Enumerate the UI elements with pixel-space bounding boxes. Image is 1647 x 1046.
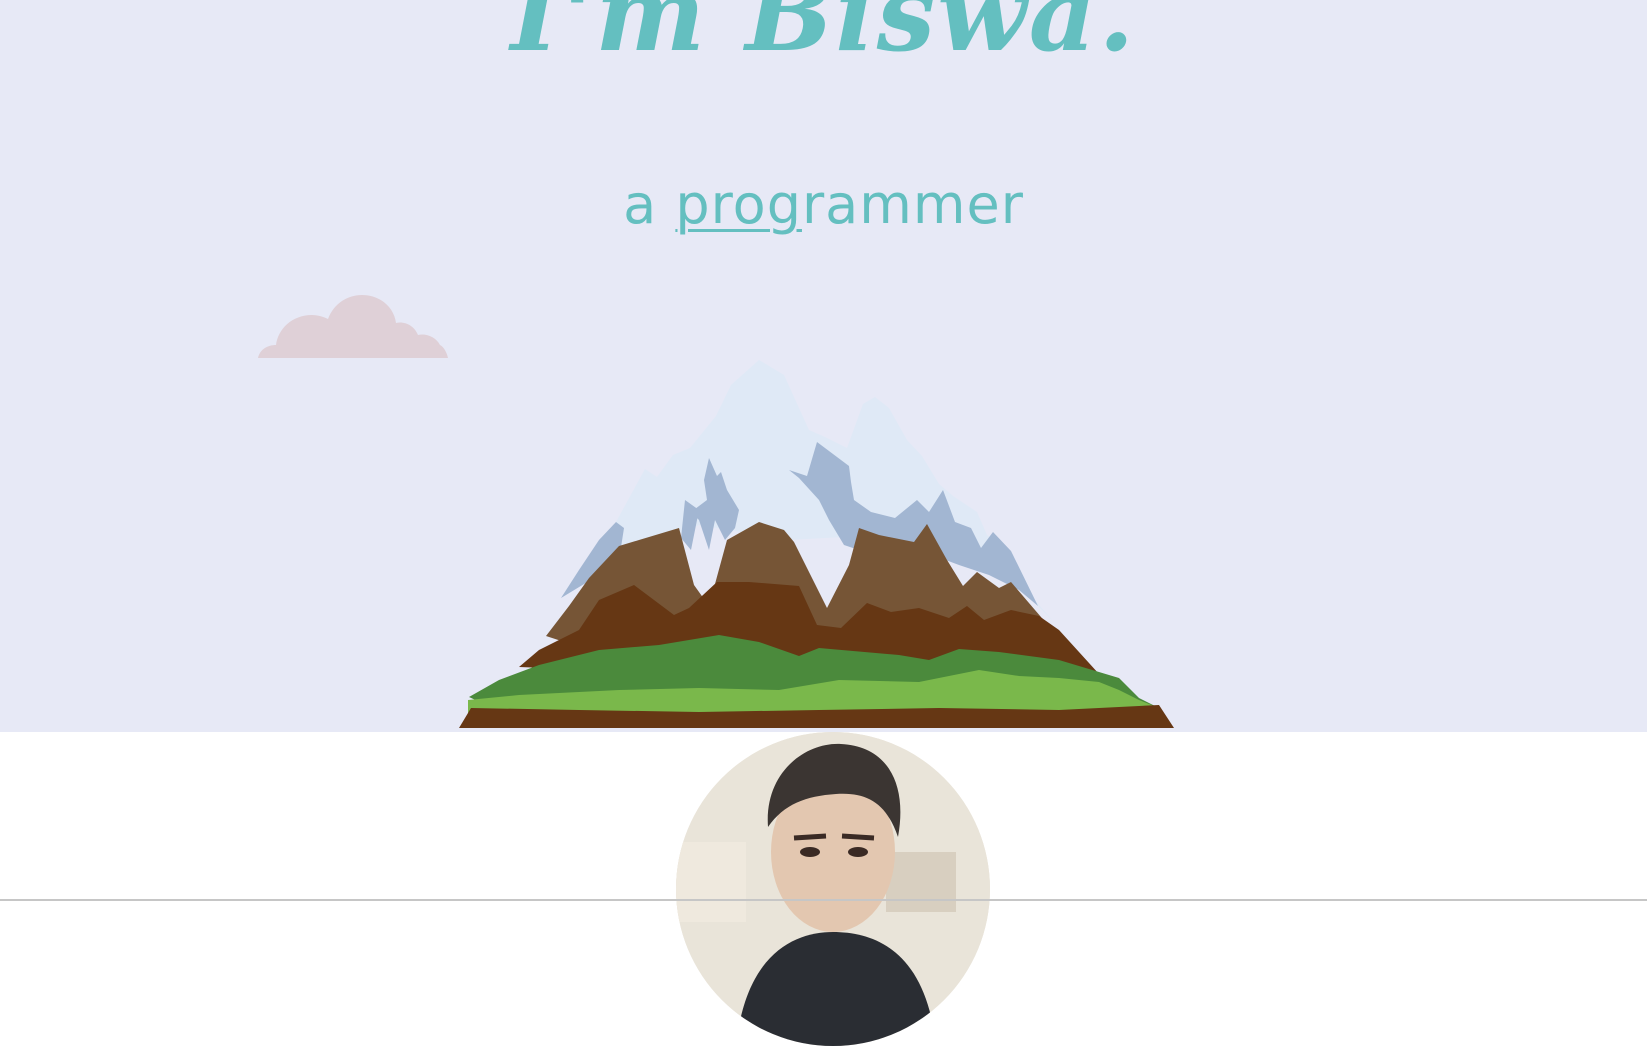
tagline-prefix: a [623, 173, 658, 236]
profile-photo [676, 732, 990, 1046]
profile-portrait-icon [676, 732, 990, 1046]
cloud-icon [258, 295, 448, 358]
tagline-rest: rammer [801, 173, 1024, 236]
tagline-typed: prog [675, 173, 802, 236]
hero-section: I'm Biswa. a programmer [0, 0, 1647, 732]
mountain-icon [459, 360, 1174, 728]
hero-tagline: a programmer [0, 178, 1647, 232]
hero-title: I'm Biswa. [510, 0, 1137, 75]
